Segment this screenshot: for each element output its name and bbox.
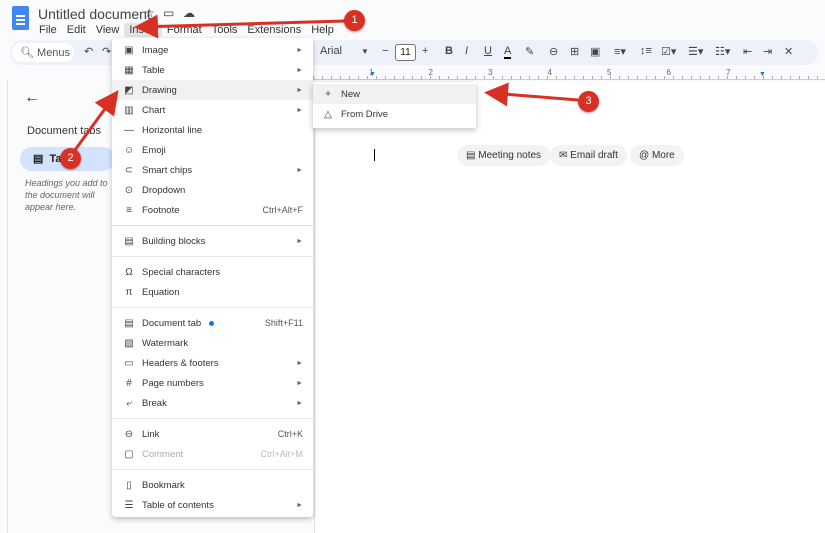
arrow-3 bbox=[484, 82, 579, 107]
annotation-badge-1: 1 bbox=[344, 10, 365, 31]
annotation-badge-2: 2 bbox=[60, 148, 81, 169]
arrow-1 bbox=[134, 14, 346, 39]
annotation-arrows bbox=[73, 14, 579, 151]
annotation-badge-3: 3 bbox=[578, 91, 599, 112]
arrow-2 bbox=[73, 90, 119, 151]
